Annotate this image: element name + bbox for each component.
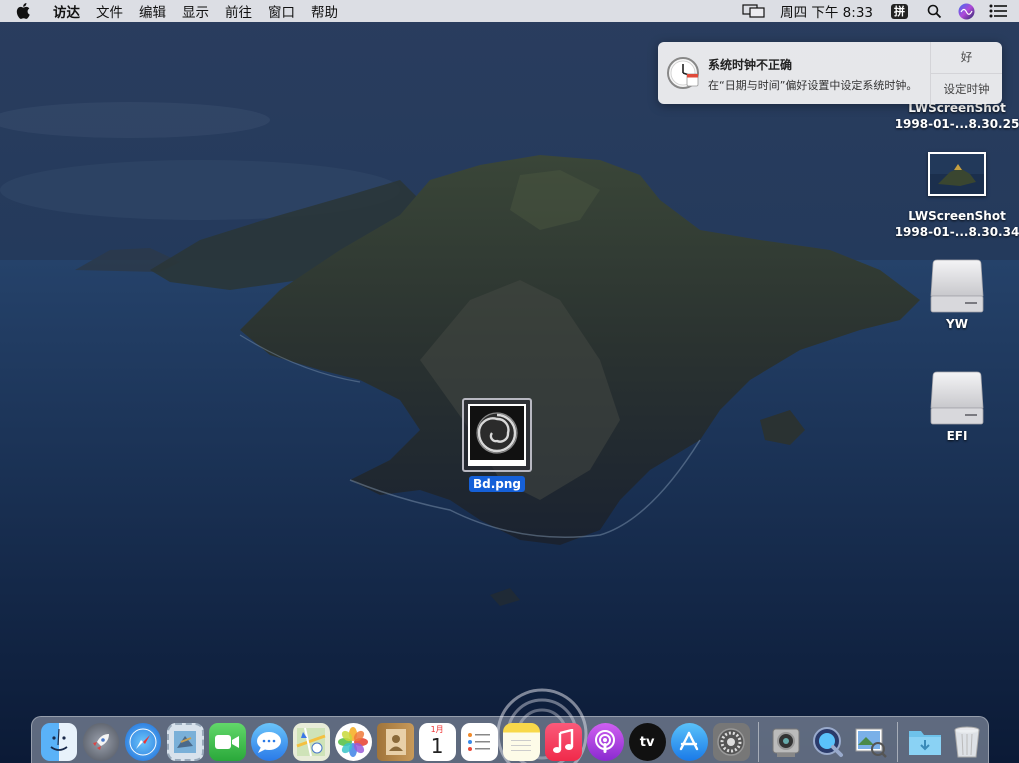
menu-edit[interactable]: 编辑 — [138, 1, 167, 21]
drive-label: EFI — [946, 429, 968, 443]
compass-icon[interactable] — [124, 723, 162, 761]
map-icon[interactable] — [292, 723, 330, 761]
calendar-day: 1 — [430, 734, 444, 758]
notification-banner[interactable]: 系统时钟不正确 在“日期与时间”偏好设置中设定系统时钟。 好 设定时钟 — [658, 42, 1002, 104]
menu-view[interactable]: 显示 — [181, 1, 210, 21]
preview-icon[interactable] — [852, 723, 889, 761]
desktop-file-screenshot-2[interactable]: LWScreenShot 1998-01-...8.30.34 — [894, 152, 1019, 240]
rocket-icon[interactable] — [82, 723, 120, 761]
desktop-file-name: LWScreenShot — [908, 209, 1006, 223]
stamp-icon[interactable] — [166, 723, 204, 761]
menu-window[interactable]: 窗口 — [267, 1, 296, 21]
finder-icon[interactable] — [40, 723, 78, 761]
desktop-file-bd-png[interactable]: Bd.png — [460, 398, 534, 492]
drive-label: YW — [946, 317, 968, 331]
dock: 1月 1 tv — [31, 716, 989, 763]
tv-label: tv — [639, 734, 655, 750]
desktop-file-date: 1998-01-...8.30.34 — [894, 225, 1019, 239]
contacts-book-icon[interactable] — [376, 723, 414, 761]
flower-icon[interactable] — [334, 723, 372, 761]
notification-title: 系统时钟不正确 — [708, 58, 793, 72]
desktop-file-date: 1998-01-...8.30.25 — [894, 117, 1019, 131]
menu-file[interactable]: 文件 — [95, 1, 124, 21]
apple-tv-icon[interactable]: tv — [628, 723, 666, 761]
podcast-icon[interactable] — [586, 723, 624, 761]
menu-app-name[interactable]: 访达 — [52, 1, 81, 21]
chat-bubble-icon[interactable] — [250, 723, 288, 761]
file-thumbnail — [462, 398, 532, 472]
menu-help[interactable]: 帮助 — [310, 1, 339, 21]
video-camera-icon[interactable] — [208, 723, 246, 761]
desktop-wallpaper — [0, 0, 1019, 763]
disk-drive-icon — [930, 371, 984, 425]
app-store-icon[interactable] — [670, 723, 708, 761]
spiral-image-icon — [470, 406, 524, 460]
display-mirroring-icon[interactable] — [742, 0, 766, 22]
selected-file-name: Bd.png — [468, 476, 526, 492]
menu-go[interactable]: 前往 — [224, 1, 253, 21]
set-clock-button[interactable]: 设定时钟 — [931, 72, 1002, 105]
calendar-icon[interactable]: 1月 1 — [418, 723, 456, 761]
checklist-icon[interactable] — [460, 723, 498, 761]
desktop-drive-efi[interactable]: EFI — [896, 368, 1018, 444]
menubar-clock[interactable]: 周四 下午 8:33 — [780, 1, 873, 21]
downloads-folder-icon[interactable] — [907, 723, 944, 761]
quicktime-icon[interactable] — [810, 723, 847, 761]
dock-separator — [897, 722, 899, 762]
spotlight-search-icon[interactable] — [927, 0, 942, 22]
menu-bar: 访达 文件 编辑 显示 前往 窗口 帮助 周四 下午 8:33 拼 — [0, 0, 1019, 22]
apple-icon[interactable] — [16, 3, 38, 19]
clock-icon — [658, 42, 708, 104]
screenshot-thumbnail — [928, 152, 986, 196]
gear-icon[interactable] — [712, 723, 750, 761]
desktop-drive-yw[interactable]: YW — [896, 256, 1018, 332]
disk-drive-icon — [930, 259, 984, 313]
trash-icon[interactable] — [949, 723, 986, 761]
music-note-icon[interactable] — [544, 723, 582, 761]
notification-message: 在“日期与时间”偏好设置中设定系统时钟。 — [708, 79, 918, 92]
ok-button[interactable]: 好 — [931, 42, 1002, 73]
notification-center-icon[interactable] — [989, 0, 1007, 22]
siri-icon[interactable] — [958, 0, 975, 22]
dock-separator — [758, 722, 760, 762]
camera-icon[interactable] — [768, 723, 805, 761]
notes-icon[interactable] — [502, 723, 540, 761]
input-method-icon[interactable]: 拼 — [891, 3, 908, 19]
